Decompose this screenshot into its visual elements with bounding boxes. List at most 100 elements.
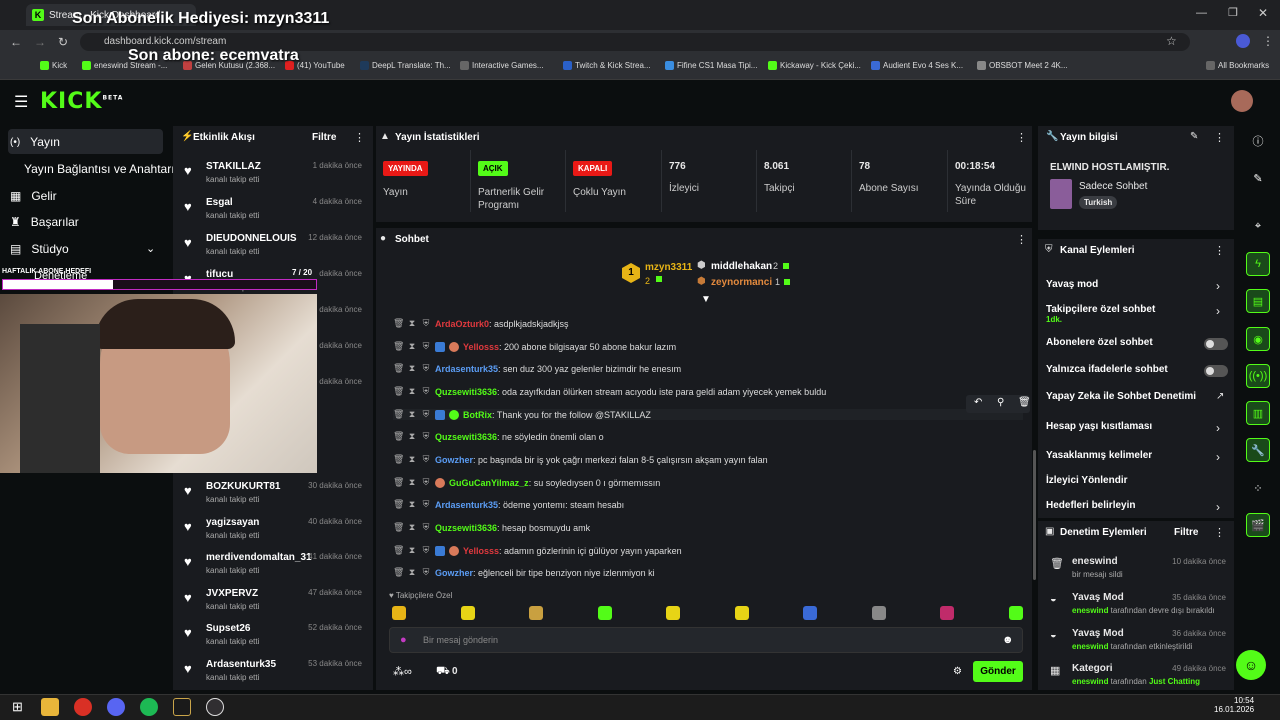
kick-logo[interactable]: KICKBETA	[40, 89, 123, 114]
undo-icon[interactable]: ↶	[974, 397, 982, 408]
channel-action[interactable]: Hesap yaşı kısıtlaması	[1046, 421, 1152, 432]
apps-rail-icon[interactable]: ⁘	[1246, 476, 1270, 500]
bookmark-item[interactable]: Twitch & Kick Strea...	[563, 61, 651, 70]
spotify-icon[interactable]	[140, 698, 158, 716]
timeout-icon[interactable]: ⧗	[407, 363, 417, 374]
trash-icon[interactable]: 🗑	[1018, 397, 1031, 408]
chrome-icon[interactable]	[74, 698, 92, 716]
chat-username[interactable]: Yellosss	[463, 546, 499, 556]
timeout-icon[interactable]: ⧗	[407, 522, 417, 533]
modlog-filter-button[interactable]: Filtre	[1174, 527, 1198, 538]
emote-icon[interactable]	[940, 606, 954, 620]
expand-icon[interactable]: ▼	[701, 294, 711, 305]
reload-icon[interactable]: ↻	[58, 35, 68, 49]
toggle-switch[interactable]	[1204, 338, 1228, 350]
delete-msg-icon[interactable]: 🗑	[393, 522, 404, 533]
chat-message[interactable]: 🗑 ⧗ ⛨ BotRix: Thank you for the follow @STA…	[393, 409, 1023, 420]
wrench-rail-icon[interactable]: 🔧	[1246, 438, 1270, 462]
ban-icon[interactable]: ⛨	[421, 477, 431, 488]
pencil-icon[interactable]: ✎	[1246, 166, 1270, 190]
support-button[interactable]: ☺	[1236, 650, 1266, 680]
back-icon[interactable]: ←	[10, 35, 22, 49]
chat-message[interactable]: 🗑 ⧗ ⛨ Ardasenturk35: sen duz 300 yaz gelenl…	[393, 363, 1023, 374]
timeout-icon[interactable]: ⧗	[407, 477, 417, 488]
timeout-icon[interactable]: ⧗	[407, 318, 417, 329]
bookmark-item[interactable]: Kickaway - Kick Çeki...	[768, 61, 861, 70]
chat-username[interactable]: Gowzher	[435, 568, 473, 578]
delete-msg-icon[interactable]: 🗑	[393, 545, 404, 556]
nav-item-studyo[interactable]: ▤ Stüdyo	[10, 242, 69, 256]
clapper-rail-icon[interactable]: 🎬	[1246, 513, 1270, 537]
emote-icon[interactable]	[529, 606, 543, 620]
emoji-icon[interactable]: ☻	[1002, 634, 1014, 646]
delete-msg-icon[interactable]: 🗑	[393, 341, 404, 352]
timeout-icon[interactable]: ⧗	[407, 545, 417, 556]
timeout-icon[interactable]: ⧗	[407, 386, 417, 397]
chat-message[interactable]: 🗑 ⧗ ⛨ Yellosss: 200 abone bilgisayar 50 abo…	[393, 341, 1023, 352]
windows-start-icon[interactable]: ⊞	[12, 699, 23, 715]
nav-item-basarilar[interactable]: ♜ Başarılar	[10, 215, 79, 229]
delete-msg-icon[interactable]: 🗑	[393, 477, 404, 488]
send-button[interactable]: Gönder	[973, 661, 1023, 682]
minimize-icon[interactable]: —	[1196, 7, 1207, 19]
chat-message[interactable]: 🗑 ⧗ ⛨ Quzsewiti3636: hesap bosmuydu amk	[393, 522, 1023, 533]
emote-icon[interactable]	[460, 606, 475, 620]
chat-username[interactable]: Quzsewiti3636	[435, 387, 497, 397]
info-circle-icon[interactable]: ⓘ	[1246, 129, 1270, 153]
chat-message[interactable]: 🗑 ⧗ ⛨ Quzsewiti3636: ne söyledin önemli ola…	[393, 431, 1023, 442]
timeout-icon[interactable]: ⧗	[407, 341, 417, 352]
emote-icon[interactable]	[734, 606, 749, 620]
chat-menu-icon[interactable]: ⋮	[1016, 233, 1027, 246]
menu-dots-icon[interactable]: ⋮	[1262, 34, 1274, 48]
mic-icon[interactable]: ●	[400, 634, 407, 646]
bookmark-item[interactable]: OBSBOT Meet 2 4K...	[977, 61, 1068, 70]
lightning-rail-icon[interactable]: ϟ	[1246, 252, 1270, 276]
maximize-icon[interactable]: ❐	[1228, 6, 1238, 19]
pin-icon[interactable]: ⚲	[997, 397, 1004, 408]
emote-icon[interactable]	[597, 606, 612, 620]
chat-message[interactable]: 🗑 ⧗ ⛨ GuGuCanYilmaz_z: su soyledıysen 0 ı g…	[393, 477, 1023, 488]
chat-message[interactable]: 🗑 ⧗ ⛨ ArdaOzturk0: asdplkjadskjadkjsş	[393, 318, 1023, 329]
ban-icon[interactable]: ⛨	[421, 318, 431, 329]
chat-username[interactable]: GuGuCanYilmaz_z	[449, 478, 529, 488]
events-menu-icon[interactable]: ⋮	[354, 131, 365, 144]
chevron-down-icon[interactable]: ⌄	[146, 242, 155, 255]
hamburger-icon[interactable]: ☰	[14, 92, 28, 112]
actions-menu-icon[interactable]: ⋮	[1214, 244, 1225, 257]
emote-icon[interactable]	[666, 606, 680, 620]
emote-icon[interactable]	[871, 606, 886, 620]
ban-icon[interactable]: ⛨	[421, 545, 431, 556]
bookmark-item[interactable]: Audient Evo 4 Ses K...	[871, 61, 963, 70]
chat-username[interactable]: BotRix	[463, 410, 492, 420]
emote-icon[interactable]	[1008, 606, 1023, 620]
ban-icon[interactable]: ⛨	[421, 522, 431, 533]
bookmark-item[interactable]: Fifine CS1 Masa Tipi...	[665, 61, 757, 70]
timeout-icon[interactable]: ⧗	[407, 567, 417, 578]
profile-avatar[interactable]	[1236, 34, 1250, 48]
delete-msg-icon[interactable]: 🗑	[393, 567, 404, 578]
delete-msg-icon[interactable]: 🗑	[393, 431, 404, 442]
delete-msg-icon[interactable]: 🗑	[393, 386, 404, 397]
emote-icon[interactable]	[803, 606, 817, 620]
chat-message[interactable]: 🗑 ⧗ ⛨ Yellosss: adamın gözlerinin içi gülüy…	[393, 545, 1023, 556]
all-bookmarks[interactable]: All Bookmarks	[1206, 61, 1269, 70]
chat-username[interactable]: Ardasenturk35	[435, 500, 498, 510]
channel-action[interactable]: Yalnızca ifadelerle sohbet	[1046, 364, 1168, 375]
ban-icon[interactable]: ⛨	[421, 454, 431, 465]
timeout-icon[interactable]: ⧗	[407, 454, 417, 465]
delete-msg-icon[interactable]: 🗑	[393, 409, 404, 420]
chat-username[interactable]: Quzsewiti3636	[435, 523, 497, 533]
bookmark-item[interactable]: Kick	[40, 61, 67, 70]
delete-msg-icon[interactable]: 🗑	[393, 499, 404, 510]
league-icon[interactable]	[173, 698, 191, 716]
chat-username[interactable]: Gowzher	[435, 455, 473, 465]
channel-action[interactable]: İzleyici Yönlendir	[1046, 475, 1128, 486]
bookmark-item[interactable]: DeepL Translate: Th...	[360, 61, 451, 70]
chat-settings-icon[interactable]: ⚙	[953, 666, 962, 677]
obs-icon[interactable]	[206, 698, 224, 716]
emote-icon[interactable]	[392, 606, 406, 620]
events-filter-button[interactable]: Filtre	[312, 132, 336, 143]
channel-action[interactable]: Takipçilere özel sohbet 1dk.	[1046, 304, 1155, 324]
chat-message[interactable]: 🗑 ⧗ ⛨ Quzsewiti3636: oda zayıfkıdan ölürken…	[393, 386, 1023, 397]
channel-action[interactable]: Yavaş mod	[1046, 279, 1098, 290]
